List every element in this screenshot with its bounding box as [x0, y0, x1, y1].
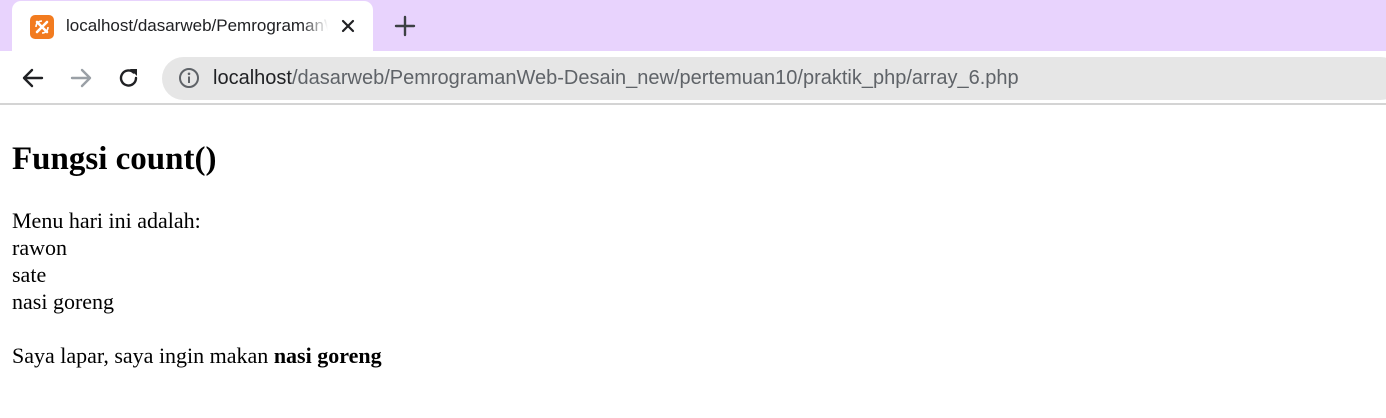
url-host: localhost: [213, 67, 292, 89]
close-icon[interactable]: [336, 14, 360, 38]
menu-list: Menu hari ini adalah: rawon sate nasi go…: [12, 207, 1372, 315]
menu-intro: Menu hari ini adalah:: [12, 208, 201, 233]
info-icon[interactable]: [178, 67, 200, 89]
sentence-food: nasi goreng: [273, 343, 382, 368]
menu-item: nasi goreng: [12, 289, 115, 314]
page-heading: Fungsi count(): [12, 141, 217, 177]
hungry-sentence: Saya lapar, saya ingin makan nasi goreng: [12, 342, 1372, 369]
plus-icon[interactable]: [392, 13, 418, 39]
address-url[interactable]: localhost/dasarweb/PemrogramanWeb-Desain…: [213, 66, 1019, 90]
reload-icon[interactable]: [116, 65, 142, 91]
url-path: /dasarweb/PemrogramanWeb-Desain_new/pert…: [291, 67, 1019, 89]
forward-arrow-icon[interactable]: [68, 65, 94, 91]
sentence-text: Saya lapar, saya ingin makan: [12, 343, 274, 368]
xampp-icon: [30, 15, 54, 39]
browser-tab[interactable]: localhost/dasarweb/PemrogramanWeb-Desain…: [12, 1, 373, 51]
address-bar[interactable]: localhost/dasarweb/PemrogramanWeb-Desain…: [162, 57, 1386, 100]
menu-item: rawon: [12, 235, 67, 260]
menu-item: sate: [12, 262, 47, 287]
page-content: Fungsi count() Menu hari ini adalah: raw…: [12, 140, 1372, 369]
tab-title: localhost/dasarweb/PemrogramanWeb-Desain…: [66, 16, 328, 35]
tab-strip: localhost/dasarweb/PemrogramanWeb-Desain…: [0, 0, 1386, 51]
back-arrow-icon[interactable]: [20, 65, 46, 91]
browser-toolbar: localhost/dasarweb/PemrogramanWeb-Desain…: [0, 51, 1386, 105]
